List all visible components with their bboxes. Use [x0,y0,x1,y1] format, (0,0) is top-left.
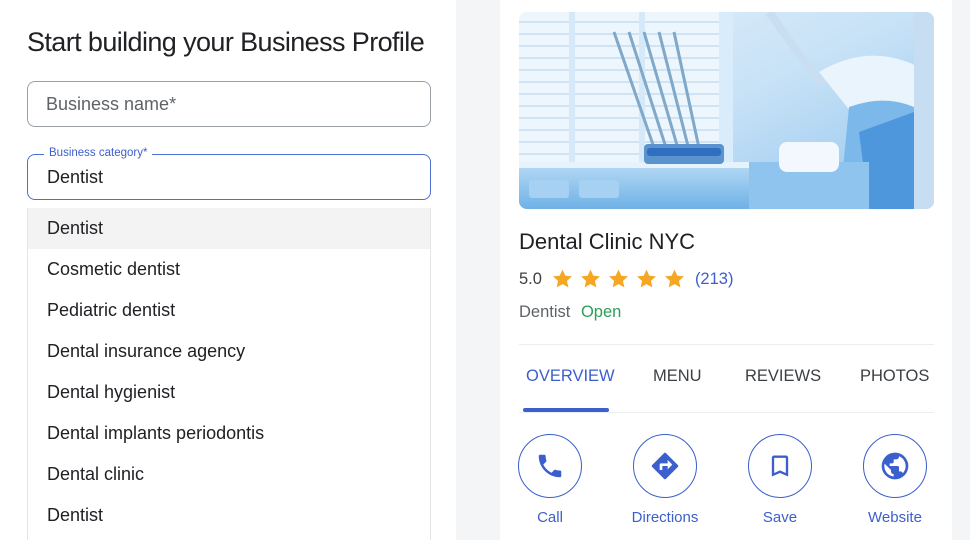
suggestion-dental-hygienist[interactable]: Dental hygienist [28,372,430,413]
star-icon [664,269,684,288]
suggestion-dentist-2[interactable]: Dentist [28,495,430,536]
tab-reviews[interactable]: REVIEWS [745,367,821,386]
business-profile-form: Start building your Business Profile Bus… [0,0,456,540]
business-category-text: Dentist [519,303,571,321]
rating-row: 5.0 (213) [519,267,733,291]
review-count-link[interactable]: (213) [695,270,734,289]
category-suggestions-dropdown: Dentist Cosmetic dentist Pediatric denti… [27,208,431,540]
dental-office-photo [519,12,934,209]
directions-button[interactable]: Directions [625,434,705,526]
tabs-divider [519,412,934,413]
suggestion-dental-implants-periodontis[interactable]: Dental implants periodontis [28,413,430,454]
business-category-field[interactable]: Business category* Dentist [27,147,431,200]
phone-icon [538,454,562,478]
divider [519,344,934,345]
save-button[interactable]: Save [740,434,820,526]
star-icon [552,269,572,288]
suggestion-cosmetic-dentist[interactable]: Cosmetic dentist [28,249,430,290]
star-rating [551,268,686,290]
suggestion-pediatric-dentist[interactable]: Pediatric dentist [28,290,430,331]
website-label: Website [868,509,922,526]
suggestion-dental-insurance-agency[interactable]: Dental insurance agency [28,331,430,372]
open-status: Open [580,303,622,321]
directions-label: Directions [631,509,699,526]
business-name-input[interactable] [28,82,430,126]
directions-icon [651,452,679,480]
globe-icon [881,452,909,480]
star-icon [580,269,600,288]
business-category-label: Business category* [44,147,153,159]
business-profile-preview: Dental Clinic NYC 5.0 (213) Dentist Open… [500,0,952,540]
call-label: Call [537,509,563,526]
tab-photos[interactable]: PHOTOS [860,367,929,386]
form-title: Start building your Business Profile [27,27,425,57]
tab-overview[interactable]: OVERVIEW [526,367,615,386]
business-name: Dental Clinic NYC [519,229,696,254]
star-icon [608,269,628,288]
website-button[interactable]: Website [855,434,935,526]
suggestion-dental-clinic[interactable]: Dental clinic [28,454,430,495]
call-button[interactable]: Call [510,434,590,526]
rating-value: 5.0 [519,269,542,288]
category-status-row: Dentist Open [519,303,621,322]
business-name-field[interactable] [27,81,431,127]
save-label: Save [762,509,798,526]
suggestion-dentist[interactable]: Dentist [28,208,430,249]
star-icon [636,269,656,288]
business-category-value[interactable]: Dentist [47,167,103,188]
bookmark-icon [771,455,789,477]
tab-menu[interactable]: MENU [653,367,702,386]
